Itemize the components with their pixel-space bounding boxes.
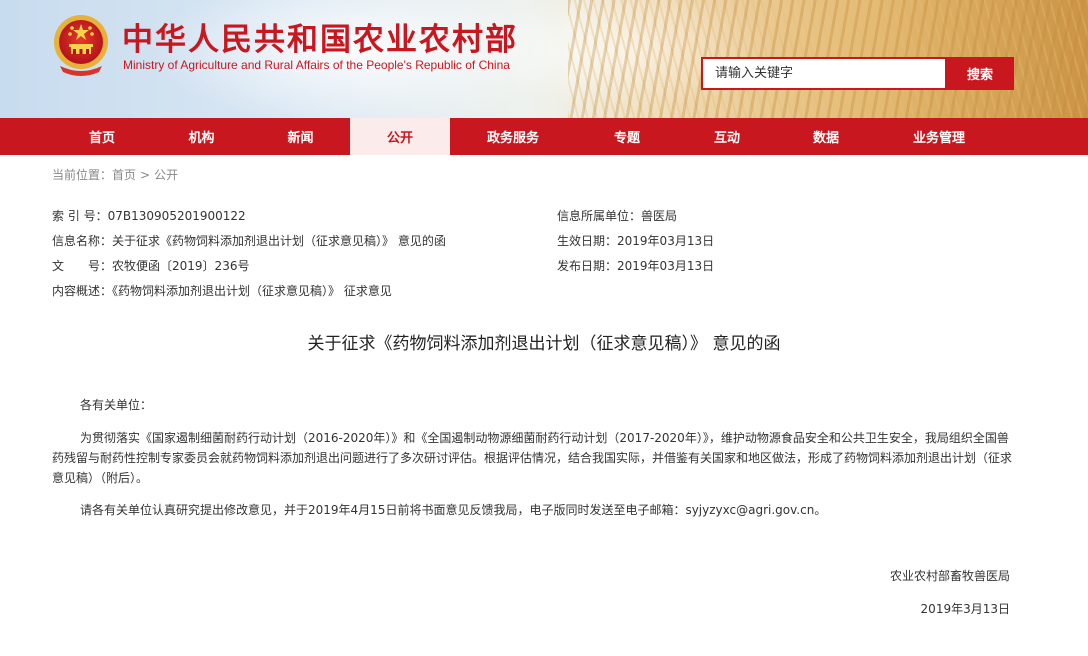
meta-publish-date-row: 发布日期：2019年03月13日 xyxy=(557,258,714,283)
meta-doc-no-value: 农牧便函〔2019〕236号 xyxy=(112,259,250,273)
meta-info-name-label: 信息名称： xyxy=(52,234,113,248)
nav-item-topics[interactable]: 专题 xyxy=(576,118,678,155)
nav-item-business-management[interactable]: 业务管理 xyxy=(876,118,1002,155)
meta-publish-date-label: 发布日期： xyxy=(557,259,618,273)
meta-effective-date-row: 生效日期：2019年03月13日 xyxy=(557,233,714,258)
breadcrumb-public-link[interactable]: 公开 xyxy=(154,168,178,182)
breadcrumb-home-link[interactable]: 首页 xyxy=(112,168,136,182)
nav-item-interaction[interactable]: 互动 xyxy=(678,118,776,155)
article-paragraph: 为贯彻落实《国家遏制细菌耐药行动计划（2016-2020年）》和《全国遏制动物源… xyxy=(52,431,1013,485)
site-title-en: Ministry of Agriculture and Rural Affair… xyxy=(123,58,510,72)
meta-effective-date-value: 2019年03月13日 xyxy=(617,234,715,248)
meta-doc-no-row: 文 号：农牧便函〔2019〕236号 xyxy=(52,258,446,283)
nav-item-public[interactable]: 公开 xyxy=(350,118,450,155)
search-input[interactable] xyxy=(701,57,947,90)
meta-publish-date-value: 2019年03月13日 xyxy=(617,259,715,273)
meta-info-name-value: 关于征求《药物饲料添加剂退出计划（征求意见稿）》 意见的函 xyxy=(112,234,446,248)
meta-index-row: 索 引 号：07B130905201900122 xyxy=(52,208,446,233)
nav-item-organization[interactable]: 机构 xyxy=(152,118,251,155)
meta-doc-no-label: 文 号： xyxy=(52,259,113,273)
nav-item-government-services[interactable]: 政务服务 xyxy=(450,118,576,155)
nav-item-data[interactable]: 数据 xyxy=(776,118,876,155)
meta-summary-row: 内容概述：《药物饲料添加剂退出计划（征求意见稿）》 征求意见 xyxy=(52,283,446,308)
main-nav: 首页 机构 新闻 公开 政务服务 专题 互动 数据 业务管理 xyxy=(0,118,1088,155)
breadcrumb-separator: > xyxy=(140,168,151,182)
nav-item-news[interactable]: 新闻 xyxy=(251,118,350,155)
breadcrumb: 当前位置：首页 > 公开 xyxy=(52,166,178,183)
meta-index-value: 07B130905201900122 xyxy=(107,209,246,223)
meta-effective-date-label: 生效日期： xyxy=(557,234,618,248)
meta-index-label: 索 引 号： xyxy=(52,209,108,223)
meta-unit-value: 兽医局 xyxy=(641,209,678,223)
article-paragraph: 请各有关单位认真研究提出修改意见，并于2019年4月15日前将书面意见反馈我局，… xyxy=(80,503,827,517)
breadcrumb-prefix: 当前位置： xyxy=(52,168,113,182)
document-meta-right: 信息所属单位：兽医局 生效日期：2019年03月13日 发布日期：2019年03… xyxy=(557,208,714,283)
article-title: 关于征求《药物饲料添加剂退出计划（征求意见稿）》 意见的函 xyxy=(307,334,781,354)
meta-unit-label: 信息所属单位： xyxy=(557,209,642,223)
meta-info-name-row: 信息名称：关于征求《药物饲料添加剂退出计划（征求意见稿）》 意见的函 xyxy=(52,233,446,258)
search-button[interactable]: 搜索 xyxy=(946,57,1014,90)
header-banner: 中华人民共和国农业农村部 Ministry of Agriculture and… xyxy=(0,0,1088,118)
document-meta-left: 索 引 号：07B130905201900122 信息名称：关于征求《药物饲料添… xyxy=(52,208,446,308)
article-salutation: 各有关单位： xyxy=(80,398,153,412)
meta-unit-row: 信息所属单位：兽医局 xyxy=(557,208,714,233)
meta-summary-label: 内容概述： xyxy=(52,284,113,298)
article-signature-org: 农业农村部畜牧兽医局 xyxy=(889,569,1010,583)
site-title-cn: 中华人民共和国农业农村部 xyxy=(122,22,518,58)
meta-summary-value: 《药物饲料添加剂退出计划（征求意见稿）》 征求意见 xyxy=(112,284,392,298)
article-signature-date: 2019年3月13日 xyxy=(920,602,1010,616)
nav-item-home[interactable]: 首页 xyxy=(52,118,152,155)
national-emblem-icon xyxy=(54,15,108,76)
